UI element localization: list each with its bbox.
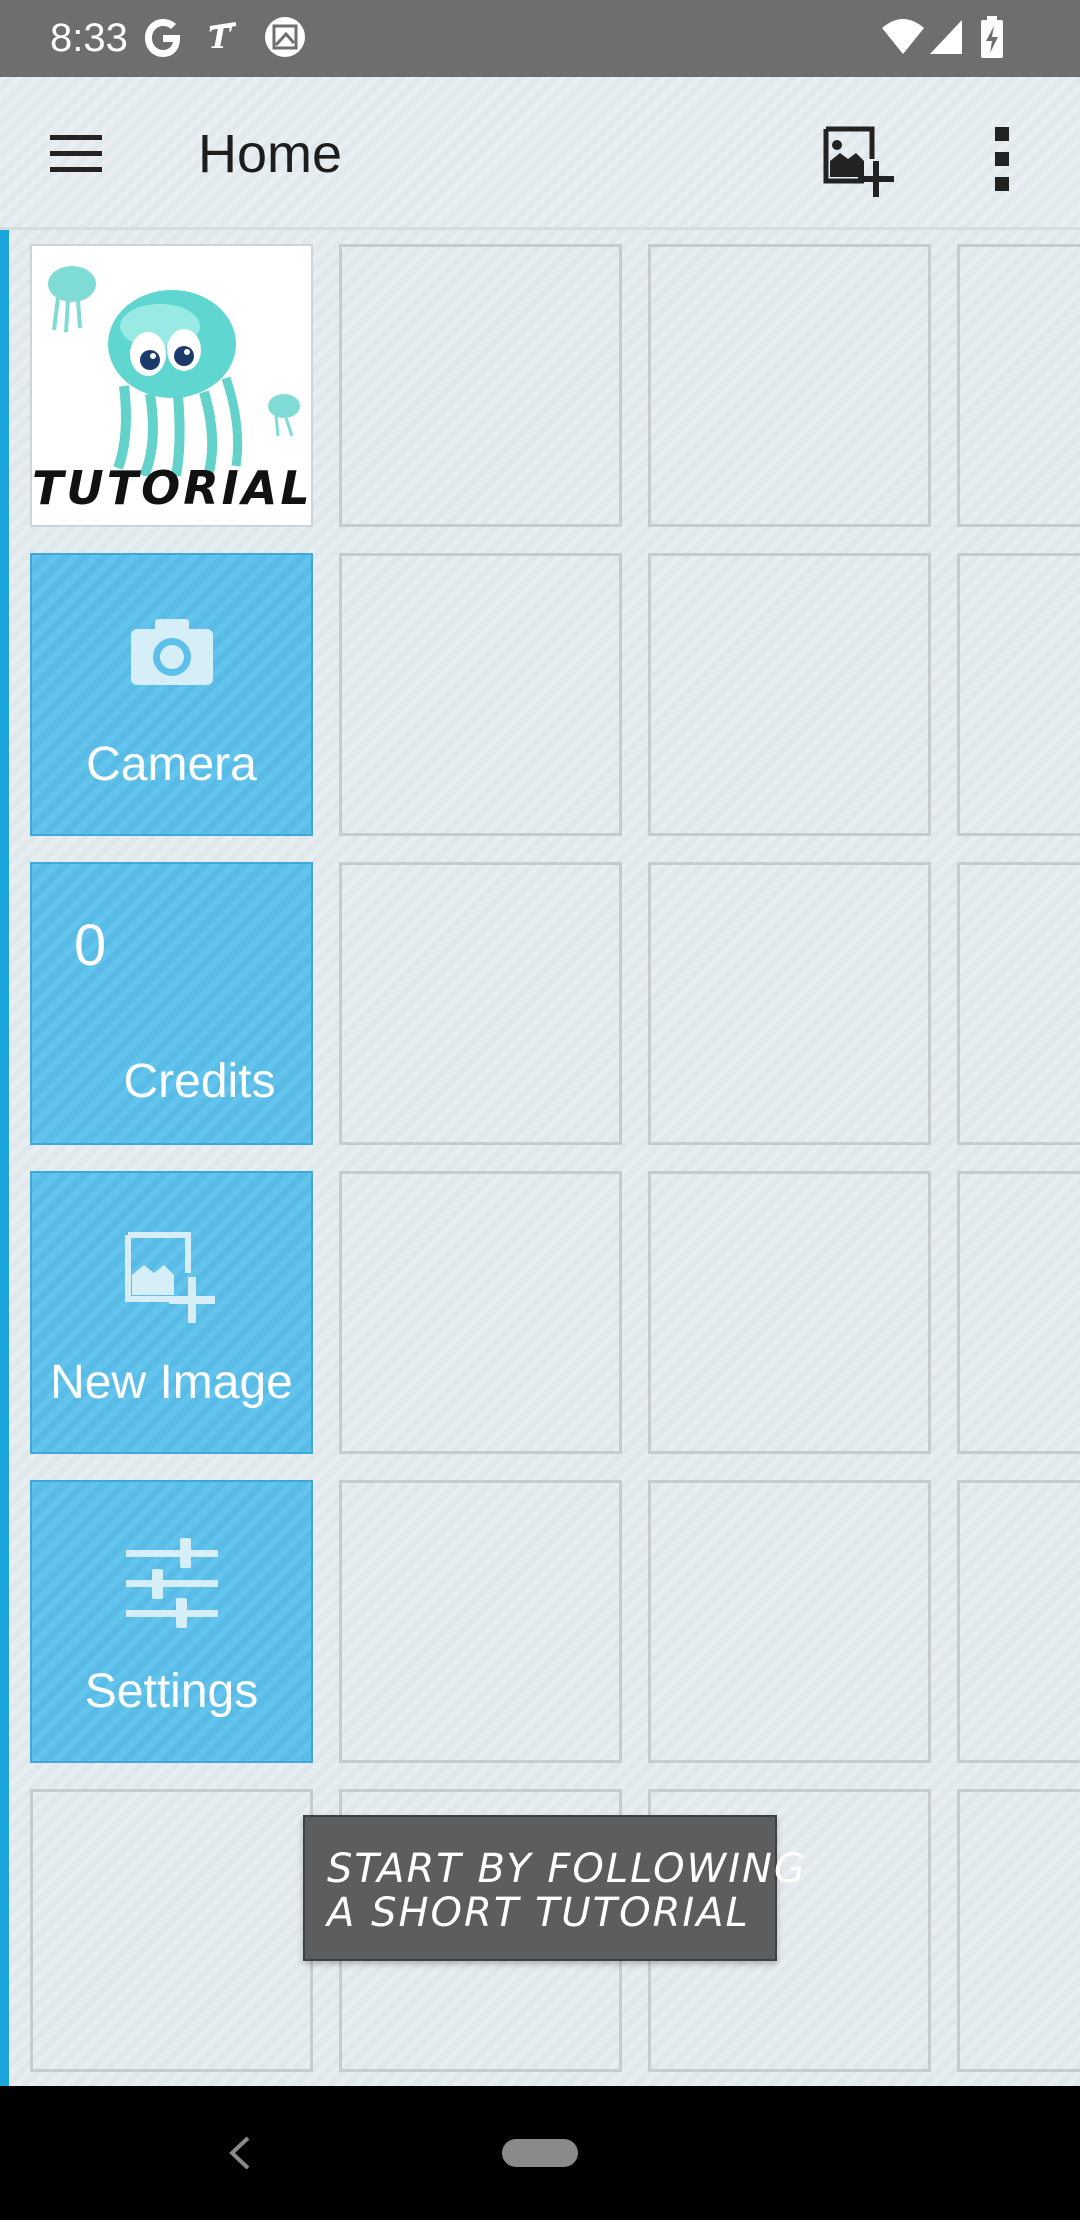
empty-tile[interactable]	[957, 244, 1080, 527]
empty-tile[interactable]	[339, 1171, 622, 1454]
navigation-bar	[0, 2086, 1080, 2220]
empty-tile[interactable]	[648, 1171, 931, 1454]
new-image-label: New Image	[50, 1356, 293, 1409]
app-bar: Home	[0, 77, 1080, 230]
battery-charging-icon	[981, 16, 1003, 58]
status-time: 8:33	[50, 16, 128, 60]
wifi-icon	[882, 19, 924, 54]
camera-tile[interactable]: Camera	[30, 553, 313, 836]
empty-tile[interactable]	[339, 244, 622, 527]
home-grid: TUTORIAL Camera 0 Credits New Image Sett…	[0, 230, 1080, 2086]
empty-tile[interactable]	[339, 862, 622, 1145]
credits-count: 0	[74, 913, 107, 978]
tutorial-label: TUTORIAL	[32, 461, 313, 515]
add-image-icon[interactable]	[818, 119, 902, 203]
more-vertical-icon[interactable]	[976, 117, 1028, 201]
translate-icon: T	[208, 21, 237, 56]
tutorial-toast: START BY FOLLOWING A SHORT TUTORIAL	[303, 1815, 807, 1961]
empty-tile[interactable]	[957, 1480, 1080, 1763]
add-image-icon	[124, 1232, 215, 1323]
scroll-accent-bar	[0, 230, 9, 2086]
credits-tile[interactable]: 0 Credits	[30, 862, 313, 1145]
empty-tile[interactable]	[339, 1480, 622, 1763]
page-title: Home	[198, 124, 343, 184]
empty-tile[interactable]	[339, 553, 622, 836]
empty-tile[interactable]	[648, 553, 931, 836]
jellyfish-illustration	[48, 266, 300, 476]
toast-line-1: START BY FOLLOWING	[327, 1846, 807, 1892]
empty-tile[interactable]	[957, 553, 1080, 836]
empty-tile[interactable]	[957, 1789, 1080, 2072]
camera-label: Camera	[86, 738, 257, 791]
back-icon[interactable]	[222, 2130, 258, 2176]
empty-tile[interactable]	[957, 1171, 1080, 1454]
empty-tile[interactable]	[648, 244, 931, 527]
tutorial-tile[interactable]: TUTORIAL	[30, 244, 313, 527]
toast-line-2: A SHORT TUTORIAL	[327, 1890, 750, 1936]
signal-icon	[930, 20, 962, 54]
empty-tile[interactable]	[648, 862, 931, 1145]
empty-tile[interactable]	[957, 862, 1080, 1145]
empty-tile[interactable]	[648, 1480, 931, 1763]
hamburger-menu-icon[interactable]	[40, 117, 112, 189]
settings-label: Settings	[84, 1665, 259, 1718]
empty-tile[interactable]	[30, 1789, 313, 2072]
google-icon	[145, 19, 180, 57]
settings-tile[interactable]: Settings	[30, 1480, 313, 1763]
sliders-icon	[125, 1538, 218, 1628]
image-notification-icon	[265, 17, 305, 57]
camera-icon	[130, 619, 213, 685]
credits-label: Credits	[123, 1055, 276, 1108]
status-bar: 8:33 T	[0, 0, 1080, 77]
new-image-tile[interactable]: New Image	[30, 1171, 313, 1454]
home-pill[interactable]	[502, 2139, 578, 2167]
